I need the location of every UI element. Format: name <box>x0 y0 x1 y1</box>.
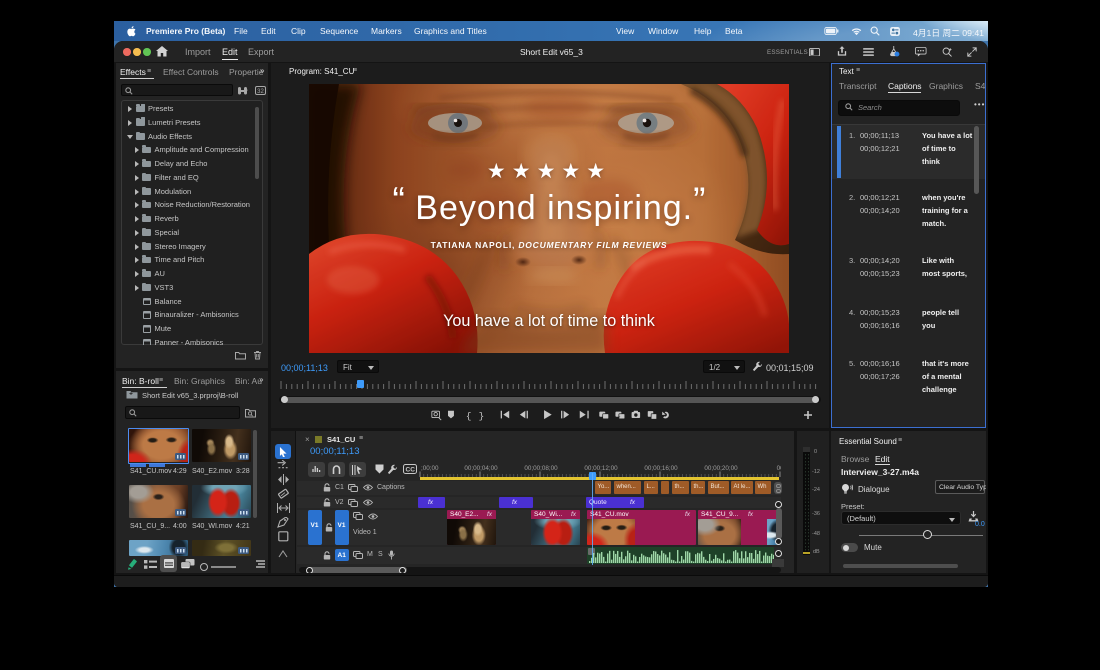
svg-text:}: } <box>479 410 485 421</box>
svg-text:00;00;16;00: 00;00;16;00 <box>644 465 678 472</box>
svg-text:;00;00: ;00;00 <box>421 465 439 472</box>
svg-text:00;00;12;00: 00;00;12;00 <box>584 465 618 472</box>
svg-text:{: { <box>466 410 472 421</box>
svg-text:32: 32 <box>257 88 264 94</box>
svg-text:CC: CC <box>406 467 416 474</box>
svg-text:00;00;04;00: 00;00;04;00 <box>464 465 498 472</box>
svg-text:00;: 00; <box>777 465 781 472</box>
svg-text:00;00;08;00: 00;00;08;00 <box>524 465 558 472</box>
svg-text:00;00;20;00: 00;00;20;00 <box>704 465 738 472</box>
